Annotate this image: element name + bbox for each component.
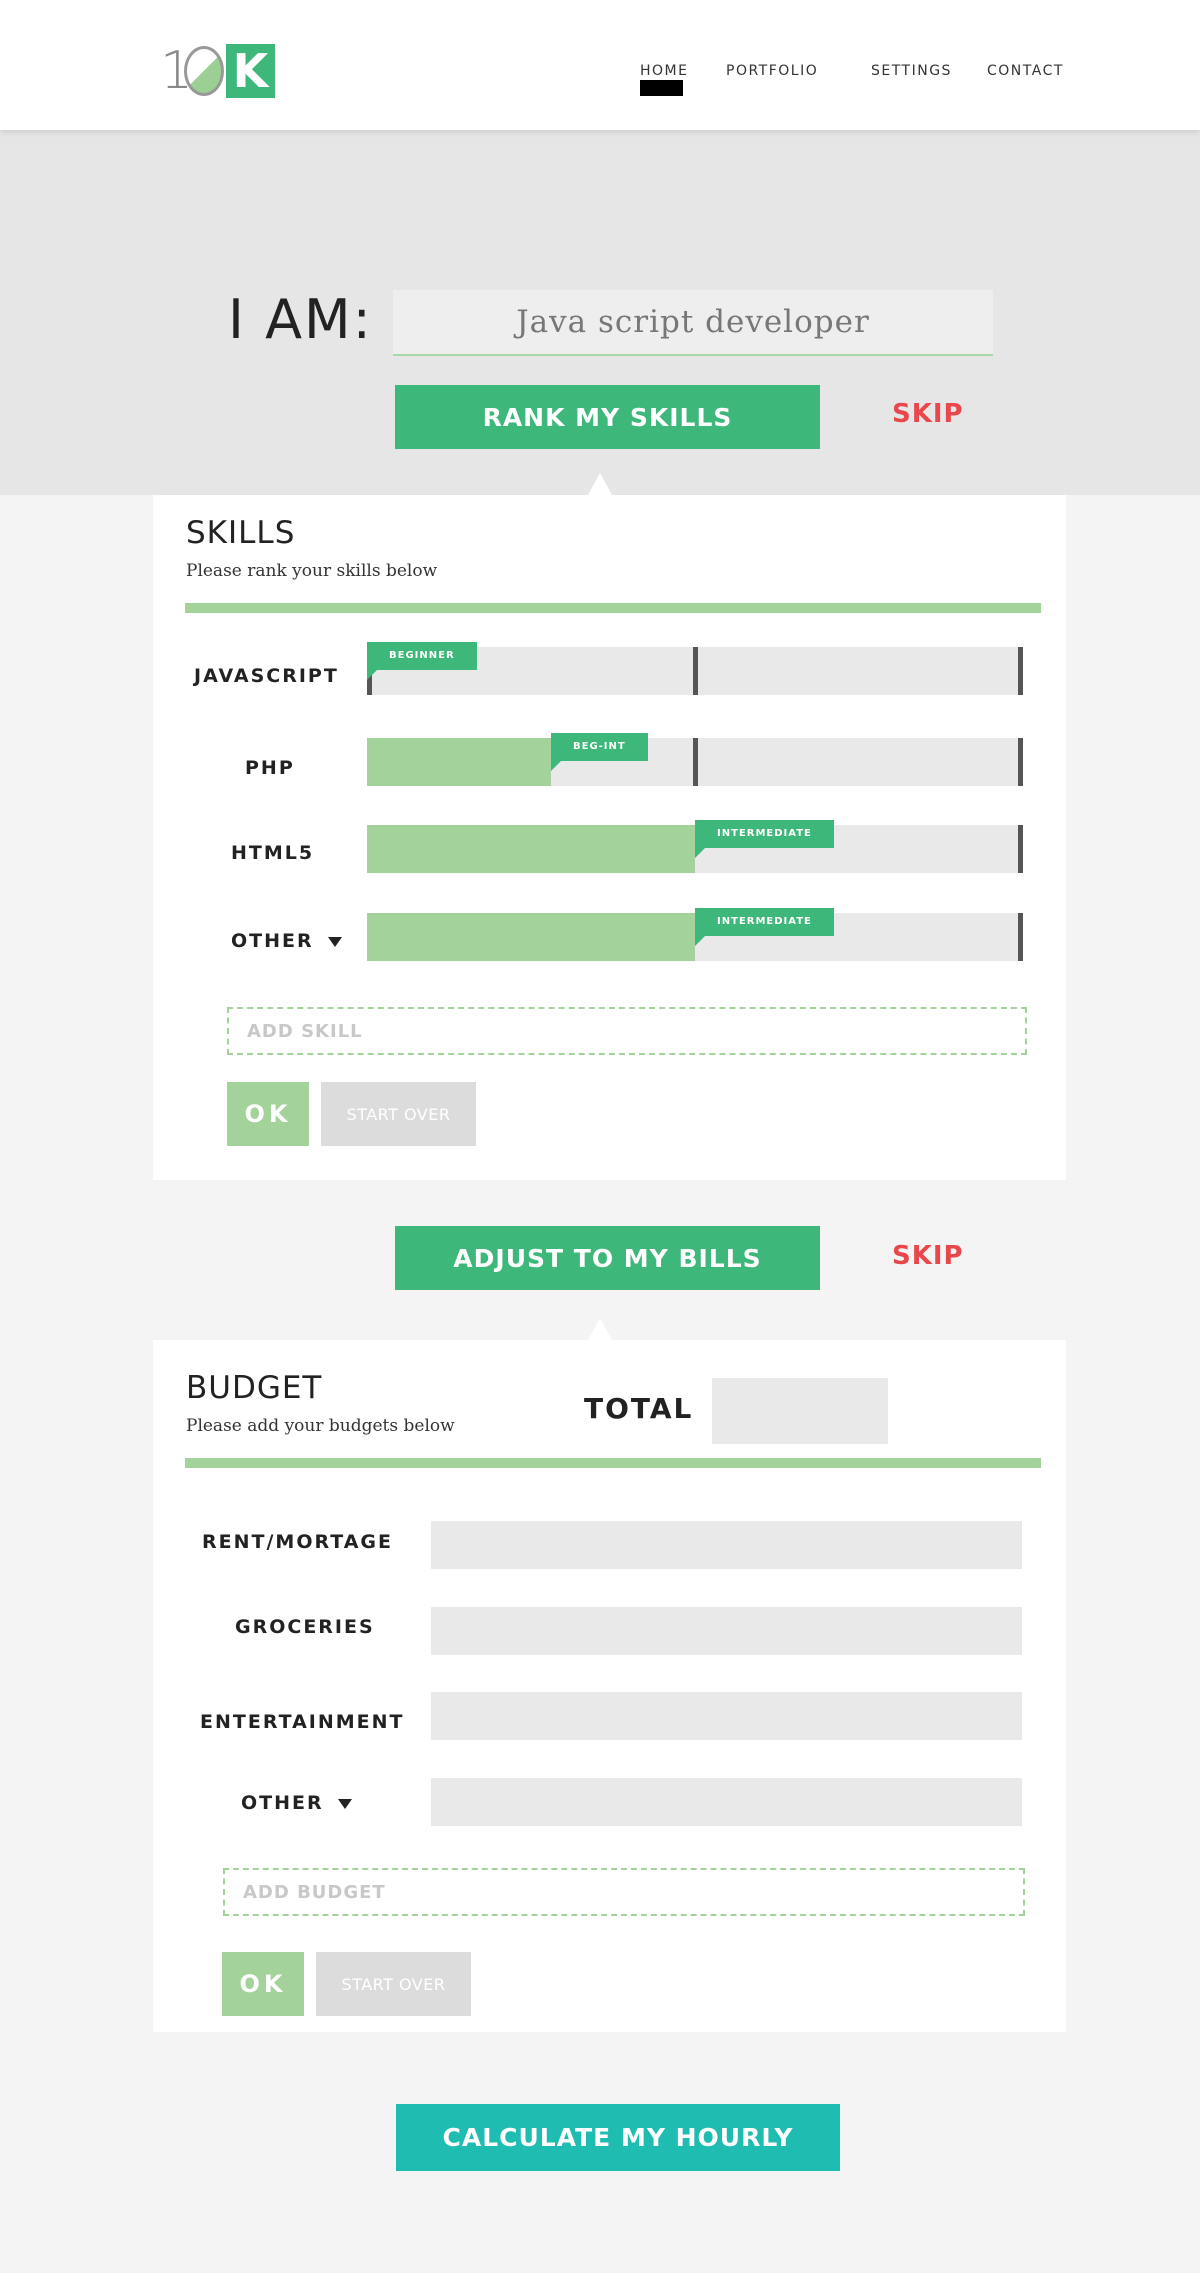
skill-label-php: PHP: [245, 757, 295, 779]
add-skill-input[interactable]: [227, 1007, 1027, 1055]
nav-portfolio[interactable]: PORTFOLIO: [726, 63, 818, 79]
budget-ok-button[interactable]: OK: [222, 1952, 304, 2016]
budget-title: BUDGET: [186, 1370, 323, 1406]
skills-start-over-button[interactable]: START OVER: [321, 1082, 476, 1146]
skill-level-tag: INTERMEDIATE: [695, 820, 834, 858]
budget-other-dropdown[interactable]: OTHER: [241, 1792, 352, 1814]
budget-input-other[interactable]: [431, 1778, 1022, 1826]
logo-zero-mark: [184, 46, 224, 96]
skill-slider-php[interactable]: BEG-INT: [367, 733, 1023, 786]
skill-label-html5: HTML5: [231, 842, 315, 864]
budget-divider: [185, 1458, 1041, 1468]
add-budget-input[interactable]: [223, 1868, 1025, 1916]
slider-end-tick: [1018, 913, 1023, 961]
skill-level-tag: BEG-INT: [551, 733, 648, 771]
skill-fill: [367, 738, 551, 786]
skills-ok-button[interactable]: OK: [227, 1082, 309, 1146]
skip-skills-link[interactable]: SKIP: [892, 399, 964, 429]
budget-input-entertainment[interactable]: [431, 1692, 1022, 1740]
budget-total-label: TOTAL: [584, 1392, 694, 1425]
skill-other-dropdown[interactable]: OTHER: [231, 930, 342, 952]
budget-panel: BUDGET Please add your budgets below REN…: [153, 1340, 1066, 2032]
slider-end-tick: [1018, 647, 1023, 695]
budget-start-over-button[interactable]: START OVER: [316, 1952, 471, 2016]
budget-input-groceries[interactable]: [431, 1607, 1022, 1655]
slider-end-tick: [1018, 738, 1023, 786]
skills-panel: SKILLS Please rank your skills below JAV…: [153, 495, 1066, 1180]
skill-level-tag: BEGINNER: [367, 642, 477, 680]
slider-midpoint-tick: [693, 738, 698, 786]
nav-active-indicator: [640, 80, 683, 96]
skills-divider: [185, 603, 1041, 613]
dropdown-arrow-icon: [327, 936, 342, 947]
skill-level-tag: INTERMEDIATE: [695, 908, 834, 946]
rank-skills-button[interactable]: RANK MY SKILLS: [395, 385, 820, 449]
skill-fill: [367, 913, 695, 961]
budget-total-field: [712, 1378, 888, 1444]
skill-slider-other[interactable]: INTERMEDIATE: [367, 908, 1023, 961]
budget-label-other: OTHER: [241, 1792, 324, 1814]
slider-end-tick: [1018, 825, 1023, 873]
skill-slider-javascript[interactable]: BEGINNER: [367, 642, 1023, 695]
role-input[interactable]: [393, 290, 993, 356]
logo-k-mark: K: [226, 44, 275, 98]
dropdown-arrow-icon: [337, 1798, 352, 1809]
skill-slider-html5[interactable]: INTERMEDIATE: [367, 820, 1023, 873]
skill-label-javascript: JAVASCRIPT: [194, 665, 339, 687]
logo-10k[interactable]: 1 K: [160, 44, 275, 98]
top-header: 1 K HOME PORTFOLIO SETTINGS CONTACT: [0, 0, 1200, 130]
calculate-hourly-button[interactable]: CALCULATE MY HOURLY: [396, 2104, 840, 2171]
skills-subtitle: Please rank your skills below: [186, 561, 438, 581]
adjust-bills-button[interactable]: ADJUST TO MY BILLS: [395, 1226, 820, 1290]
slider-midpoint-tick: [693, 647, 698, 695]
budget-label-rent: RENT/MORTAGE: [202, 1531, 394, 1553]
budget-label-entertainment: ENTERTAINMENT: [200, 1711, 405, 1733]
budget-panel-pointer: [588, 1318, 612, 1340]
nav-home[interactable]: HOME: [640, 63, 688, 79]
skill-label-other: OTHER: [231, 930, 314, 952]
nav-contact[interactable]: CONTACT: [987, 63, 1064, 79]
nav-settings[interactable]: SETTINGS: [871, 63, 952, 79]
skills-title: SKILLS: [186, 515, 296, 551]
budget-subtitle: Please add your budgets below: [186, 1416, 455, 1436]
budget-input-rent[interactable]: [431, 1521, 1022, 1569]
iam-label: I AM:: [228, 288, 373, 351]
skills-panel-pointer: [588, 473, 612, 495]
budget-label-groceries: GROCERIES: [235, 1616, 375, 1638]
skip-bills-link[interactable]: SKIP: [892, 1241, 964, 1271]
skill-fill: [367, 825, 695, 873]
